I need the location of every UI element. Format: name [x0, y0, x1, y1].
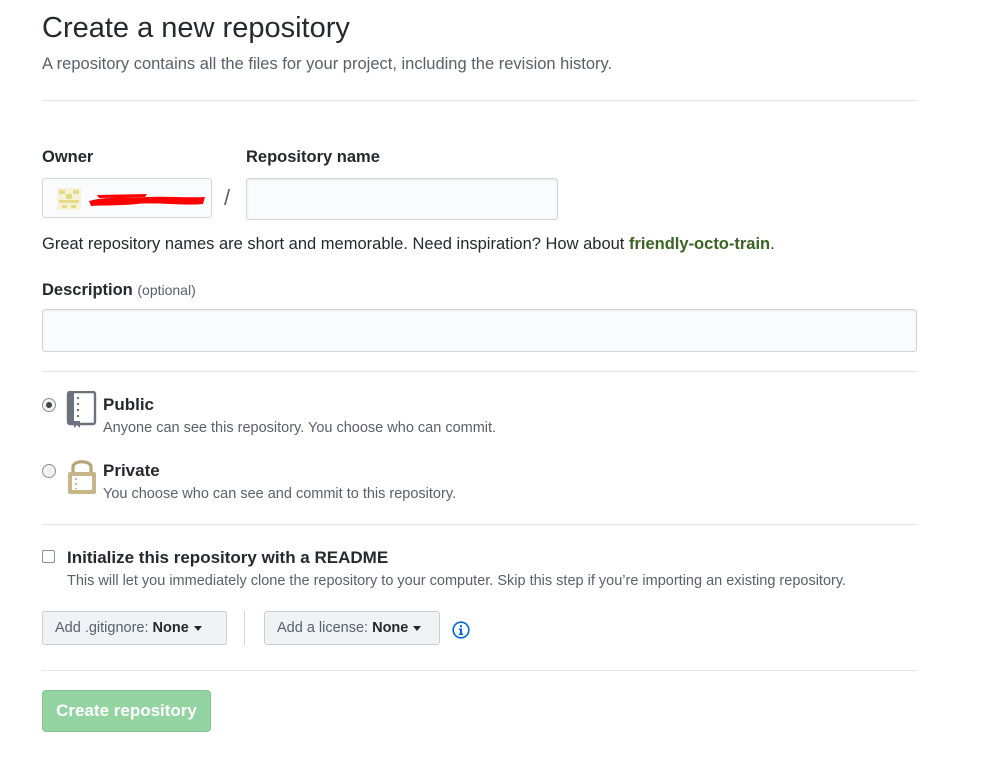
- public-radio[interactable]: [42, 398, 56, 412]
- create-repository-button[interactable]: Create repository: [42, 690, 211, 732]
- repo-name-input[interactable]: [246, 178, 558, 220]
- license-dropdown[interactable]: Add a license: None: [264, 611, 440, 645]
- owner-select[interactable]: [42, 178, 212, 218]
- repo-name-hint: Great repository names are short and mem…: [42, 235, 775, 254]
- gitignore-prefix: Add .gitignore:: [55, 620, 149, 636]
- repo-name-label: Repository name: [246, 148, 380, 166]
- repo-book-icon: [66, 391, 97, 428]
- hint-suffix: .: [770, 235, 775, 253]
- dropdown-divider: [244, 611, 245, 645]
- owner-label: Owner: [42, 148, 94, 166]
- hint-text: Great repository names are short and mem…: [42, 235, 629, 253]
- description-label: Description (optional): [42, 281, 196, 300]
- divider-top: [42, 100, 917, 101]
- gitignore-dropdown[interactable]: Add .gitignore: None: [42, 611, 227, 645]
- private-radio[interactable]: [42, 464, 56, 478]
- public-desc: Anyone can see this repository. You choo…: [103, 420, 497, 436]
- redacted-owner-name: [89, 194, 205, 206]
- readme-checkbox[interactable]: [42, 550, 55, 563]
- divider-visibility: [42, 371, 917, 372]
- owner-repo-separator: /: [224, 185, 231, 210]
- chevron-down-icon: [413, 625, 422, 631]
- readme-desc: This will let you immediately clone the …: [67, 573, 847, 589]
- description-input[interactable]: [42, 309, 917, 352]
- avatar: [57, 188, 81, 210]
- readme-label[interactable]: Initialize this repository with a README: [67, 548, 388, 568]
- chevron-down-icon: [193, 625, 202, 631]
- info-icon[interactable]: [452, 621, 470, 639]
- gitignore-value: None: [152, 620, 189, 636]
- description-label-text: Description: [42, 281, 133, 299]
- optional-tag: (optional): [137, 282, 196, 298]
- private-desc: You choose who can see and commit to thi…: [103, 486, 457, 502]
- name-suggestion-link[interactable]: friendly-octo-train: [629, 235, 770, 253]
- page-subtitle: A repository contains all the files for …: [42, 55, 613, 73]
- private-title: Private: [103, 461, 160, 480]
- public-title: Public: [103, 395, 155, 414]
- divider-submit: [42, 670, 917, 671]
- license-prefix: Add a license:: [277, 620, 369, 636]
- divider-readme: [42, 524, 917, 525]
- page-title: Create a new repository: [42, 12, 350, 44]
- lock-icon: [68, 460, 96, 494]
- license-value: None: [372, 620, 409, 636]
